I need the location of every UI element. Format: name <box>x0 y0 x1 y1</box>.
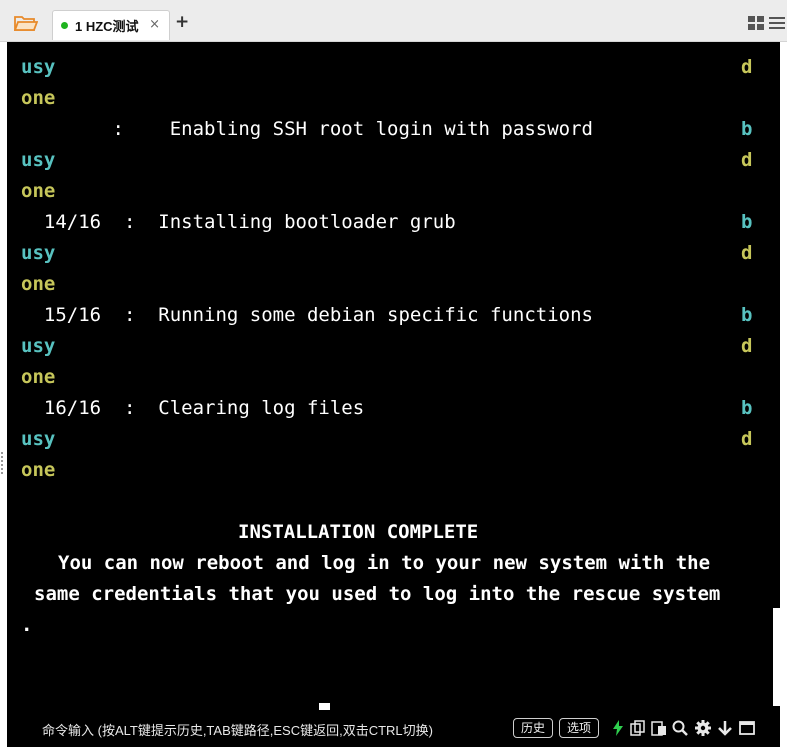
tab-bar: 1 HZC测试 × + <box>0 0 787 42</box>
window-icon[interactable] <box>739 720 755 736</box>
shell-prompt-line[interactable]: root@rescue ~ # reboot <box>21 672 331 710</box>
terminal-line-fragment: d <box>741 242 753 264</box>
terminal-line: 14/16 : Installing bootloader grub <box>21 211 456 233</box>
text-cursor <box>319 703 331 710</box>
paste-icon[interactable] <box>651 720 667 736</box>
history-button[interactable]: 历史 <box>513 718 554 738</box>
search-icon[interactable] <box>672 720 688 736</box>
command-input-bar[interactable]: 命令输入 (按ALT键提示历史,TAB键路径,ESC键返回,双击CTRL切换) … <box>7 710 780 747</box>
terminal-line: 15/16 : Running some debian specific fun… <box>21 304 593 326</box>
install-complete-heading: INSTALLATION COMPLETE <box>238 521 479 543</box>
options-button[interactable]: 选项 <box>559 718 600 738</box>
command-input-hint[interactable]: 命令输入 (按ALT键提示历史,TAB键路径,ESC键返回,双击CTRL切换) <box>42 720 433 739</box>
copy-icon[interactable] <box>630 720 646 736</box>
terminal-line-fragment: b <box>741 304 753 326</box>
terminal-line: usy <box>21 56 56 78</box>
download-icon[interactable] <box>717 720 733 736</box>
terminal-line: usy <box>21 242 56 264</box>
terminal-line-fragment: d <box>741 149 753 171</box>
terminal-line: . <box>21 614 33 636</box>
terminal-line-fragment: d <box>741 56 753 78</box>
terminal-line-fragment: b <box>741 397 753 419</box>
terminal-line: one <box>21 180 56 202</box>
terminal-line: one <box>21 366 56 388</box>
terminal-scrollbar[interactable] <box>773 608 780 706</box>
tab-label: 1 HZC测试 <box>75 19 139 34</box>
tab-hzc-test[interactable]: 1 HZC测试 × <box>52 10 170 40</box>
terminal-line: one <box>21 87 56 109</box>
panel-resize-handle[interactable] <box>1 452 5 474</box>
terminal-output[interactable]: usy one : Enabling SSH root login with p… <box>7 42 780 710</box>
terminal-line: 16/16 : Clearing log files <box>21 397 365 419</box>
terminal-line-fragment: d <box>741 428 753 450</box>
layout-grid-icon[interactable] <box>748 16 764 30</box>
terminal-line-fragment: b <box>741 211 753 233</box>
terminal-line: You can now reboot and log in to your ne… <box>58 552 711 574</box>
connected-status-dot <box>61 22 68 29</box>
close-icon[interactable]: × <box>149 17 160 32</box>
terminal-line: : Enabling SSH root login with password <box>21 118 593 140</box>
add-tab-button[interactable]: + <box>175 12 189 32</box>
lightning-icon[interactable] <box>610 720 626 736</box>
menu-icon[interactable] <box>769 16 785 30</box>
terminal-line: same credentials that you used to log in… <box>34 583 721 605</box>
folder-icon[interactable] <box>14 14 38 32</box>
terminal-line: usy <box>21 428 56 450</box>
terminal-line: usy <box>21 335 56 357</box>
terminal-line-fragment: d <box>741 335 753 357</box>
terminal-line: one <box>21 459 56 481</box>
terminal-line: one <box>21 273 56 295</box>
terminal-line: usy <box>21 149 56 171</box>
terminal-line-fragment: b <box>741 118 753 140</box>
gear-icon[interactable] <box>695 720 711 736</box>
